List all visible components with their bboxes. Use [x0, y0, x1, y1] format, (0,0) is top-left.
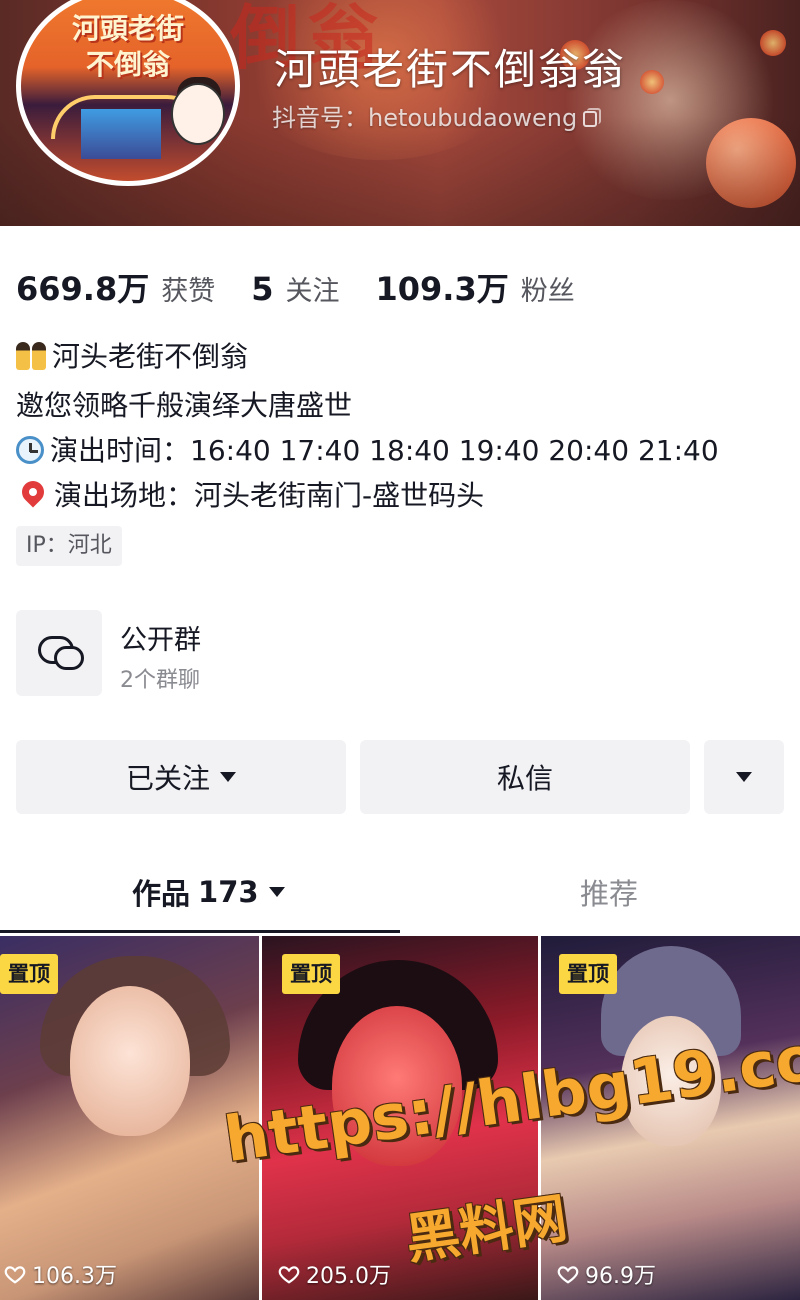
- tab-recommend-label: 推荐: [580, 877, 639, 911]
- stat-following[interactable]: 5 关注: [251, 269, 339, 308]
- like-count-text: 106.3万: [32, 1264, 117, 1289]
- bio-text: 河头老街不倒翁: [52, 340, 249, 373]
- profile-header: 倒翁 河頭老街 不倒翁 河頭老街不倒翁翁 抖音号：hetoubudaoweng: [0, 0, 800, 226]
- lantern-decoration: [760, 30, 786, 56]
- pinned-badge: 置顶: [0, 954, 58, 994]
- caret-down-icon: [220, 772, 236, 782]
- douyin-id-text: 抖音号：hetoubudaoweng: [272, 104, 578, 132]
- message-button[interactable]: 私信: [360, 740, 690, 814]
- stat-likes[interactable]: 669.8万 获赞: [16, 264, 215, 310]
- location-pin-icon: [17, 476, 49, 508]
- avatar-logo-line1: 河頭老街: [71, 12, 184, 45]
- stat-value: 5: [251, 270, 274, 308]
- bio-text: 邀您领略千般演绎大唐盛世: [16, 389, 353, 422]
- bio-line: 演出场地：河头老街南门-盛世码头: [16, 473, 786, 518]
- heart-icon: [557, 1263, 579, 1285]
- bio-line: 演出时间：16:40 17:40 18:40 19:40 20:40 21:40: [16, 428, 786, 473]
- douyin-id: 抖音号：hetoubudaoweng: [272, 98, 602, 133]
- copy-icon[interactable]: [583, 108, 602, 127]
- clock-icon: [16, 436, 44, 464]
- stat-value: 109.3万: [375, 270, 509, 308]
- dancers-emoji-icon: [16, 338, 48, 383]
- avatar-mascot: [171, 83, 225, 145]
- group-subtitle: 2个群聊: [120, 668, 200, 693]
- avatar-water-illustration: [81, 109, 161, 159]
- like-count-text: 96.9万: [585, 1264, 656, 1289]
- video-like-count: 106.3万: [4, 1258, 117, 1290]
- tab-active-indicator: [0, 930, 400, 933]
- chat-bubble-shape: [54, 646, 84, 670]
- message-button-label: 私信: [496, 762, 553, 795]
- tab-works[interactable]: 作品 173: [132, 866, 285, 918]
- stat-label: 获赞: [161, 276, 216, 307]
- caret-down-icon: [268, 887, 285, 897]
- stat-value: 669.8万: [16, 270, 150, 308]
- followed-button[interactable]: 已关注: [16, 740, 346, 814]
- stat-label: 粉丝: [520, 276, 575, 307]
- tab-works-count: 173: [198, 875, 259, 909]
- tab-recommend[interactable]: 推荐: [580, 866, 638, 918]
- followed-button-label: 已关注: [125, 762, 210, 795]
- video-thumbnail[interactable]: 置顶 106.3万: [0, 936, 259, 1300]
- more-options-button[interactable]: [704, 740, 784, 814]
- bio-line: 邀您领略千般演绎大唐盛世: [16, 383, 786, 428]
- caret-down-icon: [736, 772, 752, 782]
- bio-line: 河头老街不倒翁: [16, 334, 786, 383]
- video-like-count: 205.0万: [278, 1258, 391, 1290]
- public-group-entry[interactable]: 公开群 2个群聊: [16, 610, 416, 696]
- tab-works-label: 作品: [132, 877, 191, 911]
- lantern-decoration: [640, 70, 664, 94]
- stat-label: 关注: [285, 276, 340, 307]
- profile-bio: 河头老街不倒翁 邀您领略千般演绎大唐盛世 演出时间：16:40 17:40 18…: [16, 334, 786, 518]
- pinned-badge: 置顶: [559, 954, 617, 994]
- group-title: 公开群: [120, 625, 201, 656]
- heart-icon: [278, 1263, 300, 1285]
- profile-name: 河頭老街不倒翁翁: [274, 45, 627, 94]
- bio-text: 演出场地：河头老街南门-盛世码头: [54, 479, 485, 512]
- like-count-text: 205.0万: [306, 1264, 391, 1289]
- group-chat-icon: [16, 610, 102, 696]
- thumbnail-image-shape: [70, 986, 190, 1136]
- stat-followers[interactable]: 109.3万 粉丝: [376, 264, 575, 310]
- pinned-badge: 置顶: [282, 954, 340, 994]
- video-like-count: 96.9万: [557, 1258, 656, 1290]
- bio-text: 演出时间：16:40 17:40 18:40 19:40 20:40 21:40: [50, 434, 719, 467]
- ip-location-tag: IP：河北: [16, 526, 122, 566]
- heart-icon: [4, 1263, 26, 1285]
- profile-stats: 669.8万 获赞 5 关注 109.3万 粉丝: [16, 264, 611, 308]
